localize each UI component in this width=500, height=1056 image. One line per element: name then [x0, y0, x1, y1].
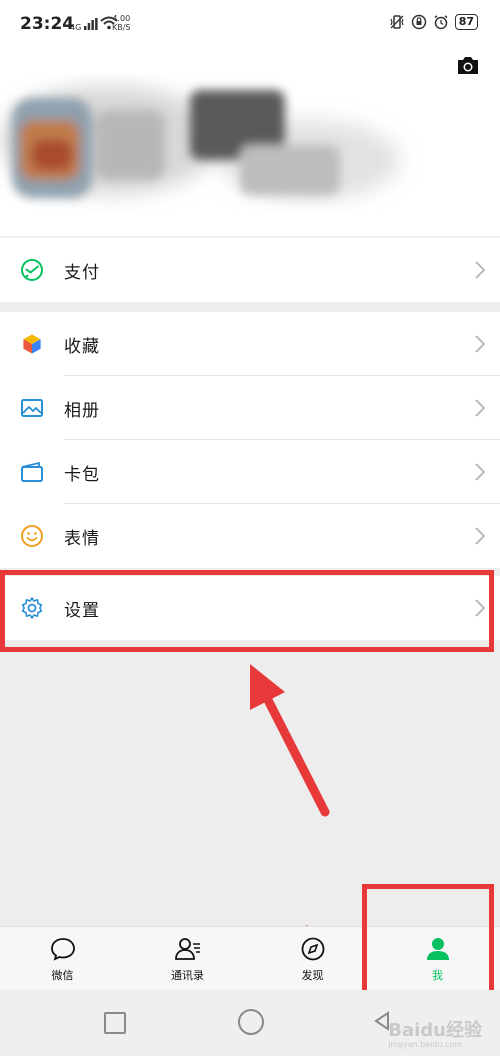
watermark-url: jingyan.baidu.com	[388, 1040, 463, 1049]
compass-icon	[301, 937, 324, 961]
home-button[interactable]	[238, 1009, 264, 1035]
tab-label-chats: 微信	[51, 969, 74, 982]
contacts-icon	[174, 938, 200, 960]
tab-label-contacts: 通讯录	[171, 969, 204, 982]
tab-label-discover: 发现	[301, 969, 324, 982]
recent-apps-button[interactable]	[104, 1012, 126, 1034]
watermark-brand: Baidu经验	[388, 1020, 482, 1041]
arrow-up-to-settings	[250, 664, 330, 817]
tab-discover[interactable]: 发现	[250, 927, 375, 991]
chat-bubble-icon	[50, 938, 75, 961]
tab-contacts[interactable]: 通讯录	[125, 927, 250, 991]
tab-chats[interactable]: 微信	[0, 927, 125, 991]
watermark: Baidu经验 jingyan.baidu.com	[388, 1016, 482, 1049]
highlight-box-me-tab	[362, 884, 494, 1004]
